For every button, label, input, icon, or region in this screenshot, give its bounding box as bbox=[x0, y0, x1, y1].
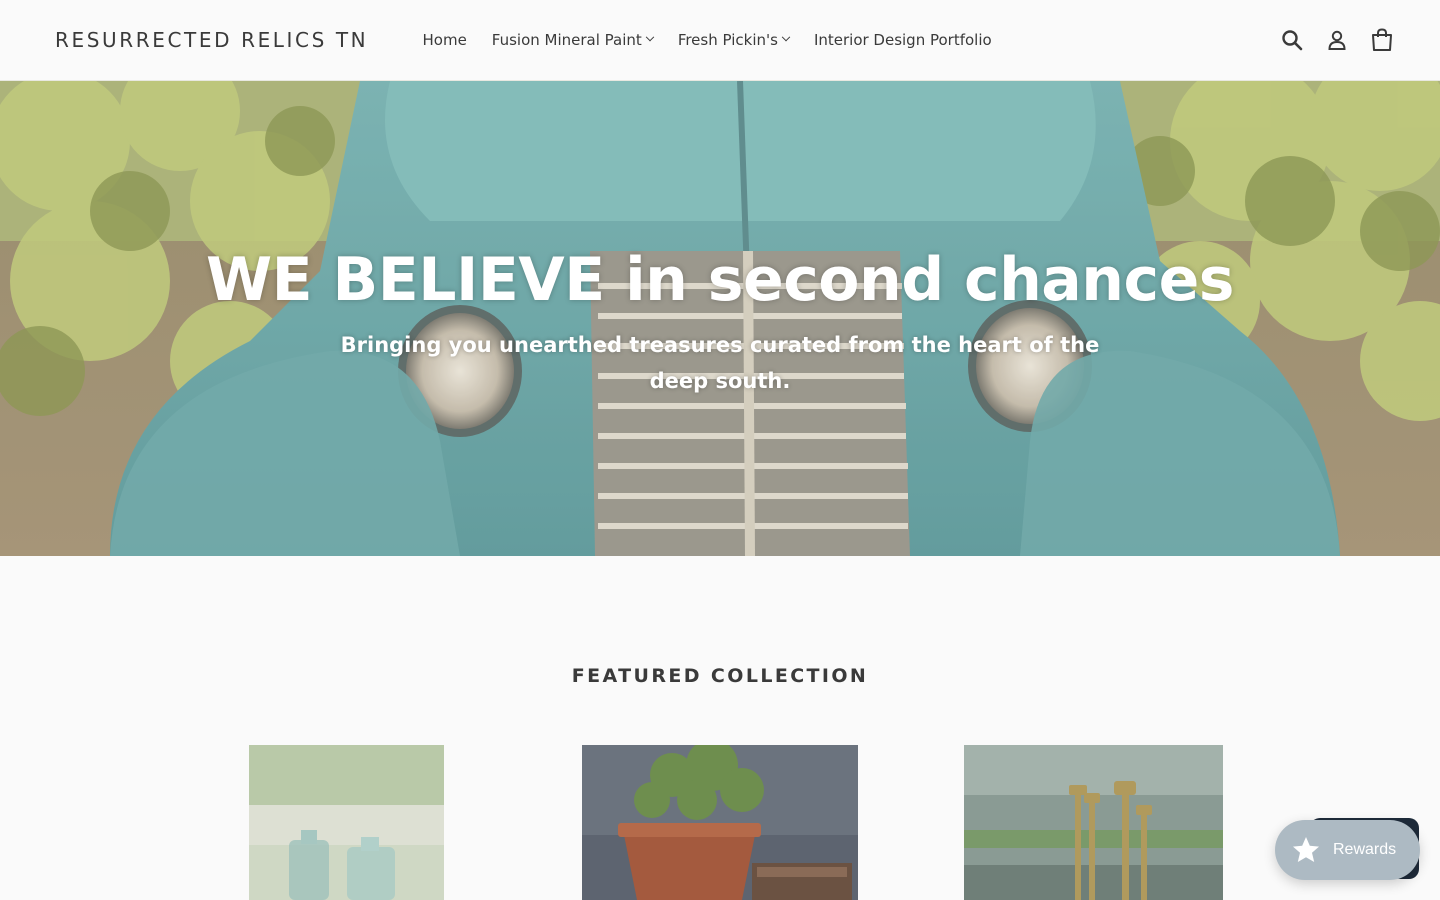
account-icon[interactable] bbox=[1324, 27, 1350, 53]
nav-item-interior-design-portfolio[interactable]: Interior Design Portfolio bbox=[801, 31, 1004, 49]
nav-item-home[interactable]: Home bbox=[410, 31, 479, 49]
rewards-button[interactable]: Rewards bbox=[1275, 820, 1420, 880]
site-header: RESURRECTED RELICS TN Home Fusion Minera… bbox=[0, 0, 1440, 81]
potted-plant-image bbox=[582, 745, 858, 900]
star-icon bbox=[1293, 837, 1319, 862]
product-card-potted-plant[interactable] bbox=[582, 745, 858, 900]
nav-item-label: Home bbox=[422, 31, 467, 49]
glass-bottles-image bbox=[249, 745, 444, 900]
hero-subtitle: Bringing you unearthed treasures curated… bbox=[340, 333, 1100, 393]
nav-item-label: Fresh Pickin's bbox=[677, 31, 778, 49]
chevron-down-icon bbox=[645, 32, 655, 42]
chevron-down-icon bbox=[781, 32, 791, 42]
featured-collection-title: FEATURED COLLECTION bbox=[571, 665, 869, 687]
product-card-brass-candlesticks[interactable] bbox=[964, 745, 1223, 900]
header-icons bbox=[1260, 27, 1395, 53]
store-logo[interactable]: RESURRECTED RELICS TN bbox=[55, 28, 368, 52]
nav-item-label: Interior Design Portfolio bbox=[813, 31, 992, 49]
hero-title: WE BELIEVE in second chances bbox=[205, 245, 1235, 315]
hero-banner: WE BELIEVE in second chances Bringing yo… bbox=[0, 81, 1440, 556]
nav-item-label: Fusion Mineral Paint bbox=[491, 31, 642, 49]
hero-overlay bbox=[0, 81, 1440, 556]
brass-candlesticks-image bbox=[964, 745, 1223, 900]
cart-icon[interactable] bbox=[1369, 27, 1395, 53]
main-nav: Home Fusion Mineral Paint Fresh Pickin's… bbox=[410, 29, 1004, 51]
search-icon[interactable] bbox=[1279, 27, 1305, 53]
nav-item-fusion-mineral-paint[interactable]: Fusion Mineral Paint bbox=[479, 31, 665, 49]
nav-item-fresh-pickins[interactable]: Fresh Pickin's bbox=[665, 31, 801, 49]
rewards-label: Rewards bbox=[1333, 841, 1397, 858]
product-card-glass-bottles[interactable] bbox=[249, 745, 444, 900]
